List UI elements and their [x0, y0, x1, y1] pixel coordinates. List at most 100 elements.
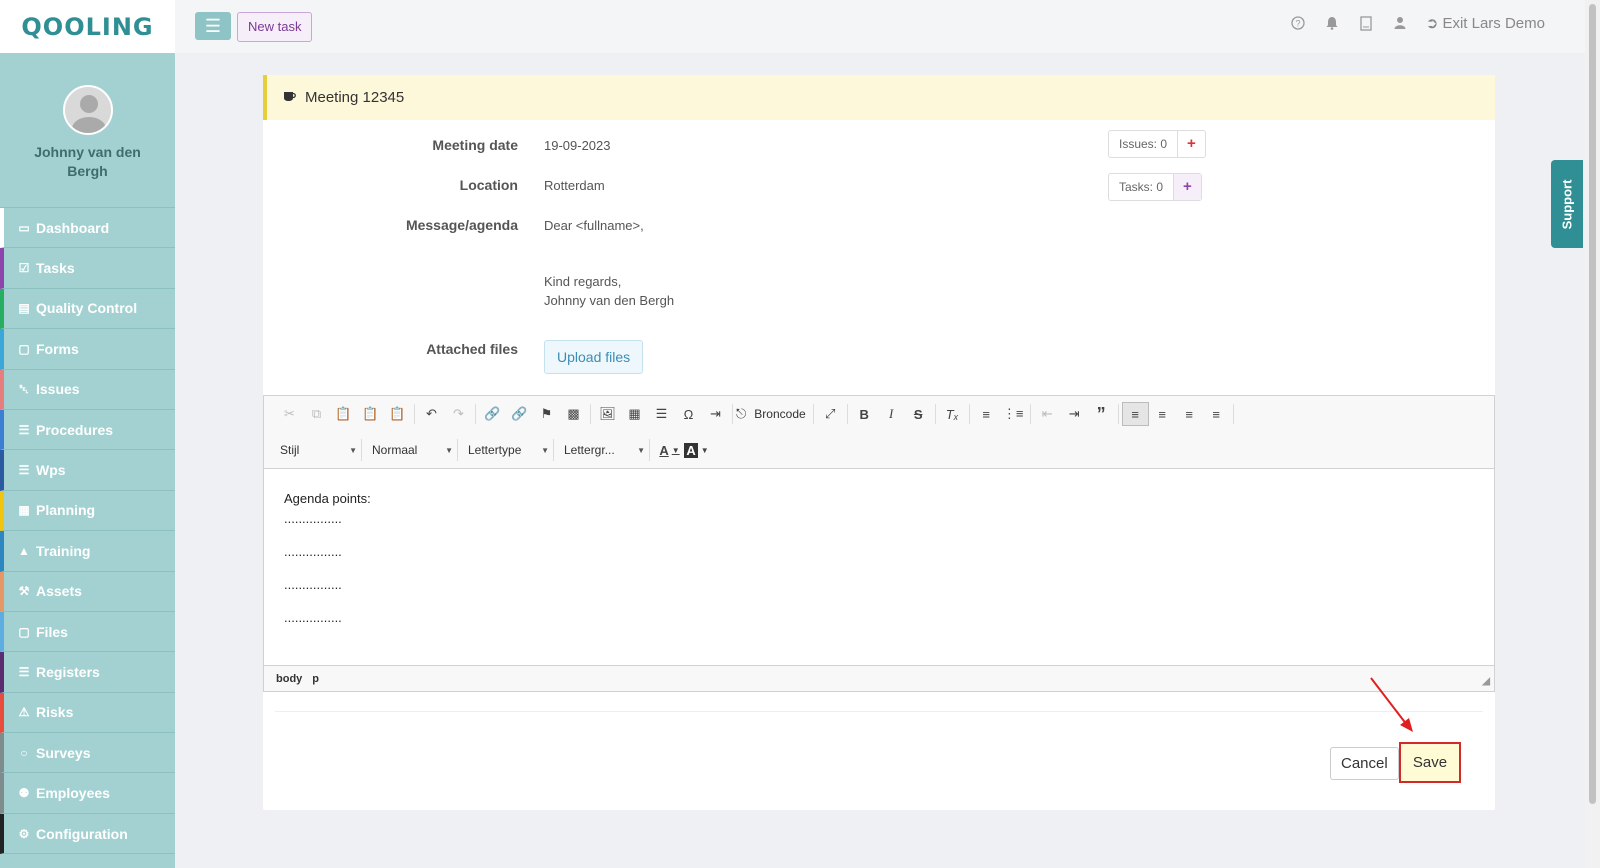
logo-area[interactable]: Qooling [0, 0, 175, 53]
cut-icon[interactable]: ✂ [276, 402, 303, 426]
paste-icon[interactable]: 📋 [330, 402, 357, 426]
resize-handle-icon[interactable]: ◢ [1482, 676, 1490, 687]
indent-icon[interactable]: ⇥ [1061, 402, 1088, 426]
sidebar-item-registers[interactable]: ☰ Registers [0, 652, 175, 693]
align-right-icon[interactable]: ≡ [1176, 402, 1203, 426]
align-center-icon[interactable]: ≡ [1149, 402, 1176, 426]
exit-demo-link[interactable]: ➲ Exit Lars Demo [1426, 14, 1545, 32]
cancel-button[interactable]: Cancel [1330, 747, 1399, 780]
caret-down-icon: ▼ [541, 445, 549, 455]
table-icon[interactable]: ▦ [621, 402, 648, 426]
link-icon[interactable]: 🔗 [479, 402, 506, 426]
save-button[interactable]: Save [1399, 742, 1461, 783]
sidebar-item-forms[interactable]: ▢ Forms [0, 329, 175, 370]
user-icon[interactable] [1392, 15, 1408, 31]
editor-toolbar: ✂ ⧉ 📋 📋 📋 ↶ ↷ 🔗 🔗 ⚑ ▩ 🖼 ▦ ☰ Ω ⇥ ⎋ Bronco… [264, 396, 1494, 469]
message-label: Message/agenda [405, 217, 518, 233]
message-closing: Kind regards, [544, 274, 622, 289]
sidebar-item-configuration[interactable]: ⚙ Configuration [0, 813, 175, 855]
sidebar-item-files[interactable]: ▢ Files [0, 611, 175, 653]
copy-icon[interactable]: ⧉ [303, 402, 330, 426]
new-task-button[interactable]: New task [237, 12, 313, 42]
sidebar-item-label: Dashboard [36, 219, 110, 236]
add-task-button[interactable]: + [1173, 174, 1201, 200]
document-icon: ▢ [18, 341, 30, 356]
bullet-list-icon[interactable]: ⋮≡ [1000, 402, 1027, 426]
sidebar-item-training[interactable]: ▲ Training [0, 531, 175, 572]
sidebar-item-label: Tasks [36, 260, 75, 277]
tasks-counter: Tasks: 0 + [1108, 173, 1202, 201]
format-dropdown[interactable]: Normaal ▼ [368, 439, 458, 461]
background-color-icon[interactable]: A ▼ [683, 438, 710, 462]
sidebar-item-quality-control[interactable]: ▤ Quality Control [0, 288, 175, 330]
help-icon[interactable]: ? [1290, 15, 1306, 31]
message-signature: Johnny van den Bergh [544, 293, 675, 308]
paste-word-icon[interactable]: 📋 [384, 402, 411, 426]
sidebar-item-procedures[interactable]: ☰ Procedures [0, 409, 175, 451]
special-char-icon[interactable]: Ω [675, 402, 702, 426]
path-p[interactable]: p [312, 673, 319, 685]
menu-toggle-button[interactable]: ☰ [195, 12, 231, 40]
numbered-list-icon[interactable]: ≡ [973, 402, 1000, 426]
sidebar-item-assets[interactable]: ⚒ Assets [0, 571, 175, 612]
users-icon: ⚉ [18, 786, 30, 801]
strikethrough-icon[interactable]: S [905, 402, 932, 426]
image-icon[interactable]: 🖼 [594, 402, 621, 426]
horizontal-line-icon[interactable]: ☰ [648, 402, 675, 426]
sidebar-item-issues[interactable]: ␇ Issues [0, 369, 175, 410]
sidebar-item-surveys[interactable]: ○ Surveys [0, 733, 175, 774]
outdent-icon[interactable]: ⇤ [1034, 402, 1061, 426]
sidebar-item-label: Issues [36, 381, 80, 398]
sidebar-item-dashboard[interactable]: ▭ Dashboard [0, 208, 175, 249]
justify-icon[interactable]: ≡ [1203, 402, 1230, 426]
align-left-icon[interactable]: ≡ [1121, 402, 1149, 426]
meeting-title: Meeting 12345 [305, 89, 405, 106]
editor-line: Agenda points: [284, 491, 371, 506]
anchor-flag-icon[interactable]: ⚑ [533, 402, 560, 426]
support-tab[interactable]: Support [1551, 160, 1583, 248]
page-scrollbar[interactable] [1585, 0, 1600, 868]
style-dropdown[interactable]: Stijl ▼ [276, 439, 362, 461]
avatar[interactable] [62, 85, 113, 135]
editor-content[interactable]: Agenda points: ................ ........… [264, 469, 1494, 665]
bell-icon[interactable] [1324, 15, 1340, 31]
bookmark-icon[interactable] [1358, 15, 1374, 31]
scrollbar-thumb[interactable] [1589, 4, 1596, 804]
qooling-logo: Qooling [21, 12, 154, 41]
page-break-icon[interactable]: ▩ [560, 402, 587, 426]
message-greeting: Dear <fullname>, [544, 218, 644, 233]
tasks-count: Tasks: 0 [1119, 180, 1164, 194]
sidebar-item-risks[interactable]: ⚠ Risks [0, 692, 175, 734]
text-color-icon[interactable]: A ▼ [656, 438, 683, 462]
source-code-button[interactable]: ⎋ Broncode [736, 402, 810, 426]
indent-block-icon[interactable]: ⇥ [702, 402, 729, 426]
bold-icon[interactable]: B [851, 402, 878, 426]
sidebar-item-label: Assets [36, 583, 82, 600]
path-body[interactable]: body [276, 673, 302, 685]
location-value: Rotterdam [544, 178, 605, 193]
blockquote-icon[interactable]: ” [1088, 402, 1115, 426]
italic-icon[interactable]: I [878, 402, 905, 426]
sidebar-item-label: Training [36, 542, 91, 559]
maximize-icon[interactable]: ⤢ [817, 402, 844, 426]
sidebar-item-label: Wps [36, 462, 66, 479]
upload-files-button[interactable]: Upload files [544, 340, 644, 374]
remove-format-icon[interactable]: Tₓ [939, 402, 966, 426]
font-dropdown[interactable]: Lettertype ▼ [464, 439, 554, 461]
redo-icon[interactable]: ↷ [445, 402, 472, 426]
sidebar-item-label: Quality Control [36, 300, 138, 317]
add-issue-button[interactable]: + [1177, 131, 1205, 157]
sidebar-item-tasks[interactable]: ☑ Tasks [0, 248, 175, 289]
sidebar-item-wps[interactable]: ☰ Wps [0, 450, 175, 491]
font-size-dropdown[interactable]: Lettergr... ▼ [560, 439, 650, 461]
sidebar-item-planning[interactable]: ▦ Planning [0, 490, 175, 532]
sidebar-item-employees[interactable]: ⚉ Employees [0, 773, 175, 814]
gear-icon: ⚙ [18, 826, 30, 841]
unlink-icon[interactable]: 🔗 [506, 402, 533, 426]
undo-icon[interactable]: ↶ [418, 402, 445, 426]
checkbox-icon: ☑ [18, 261, 30, 276]
list-icon: ☰ [18, 664, 30, 679]
meeting-card: Meeting 12345 Meeting date 19-09-2023 Lo… [263, 75, 1495, 810]
list-icon: ☰ [18, 422, 30, 437]
paste-text-icon[interactable]: 📋 [357, 402, 384, 426]
